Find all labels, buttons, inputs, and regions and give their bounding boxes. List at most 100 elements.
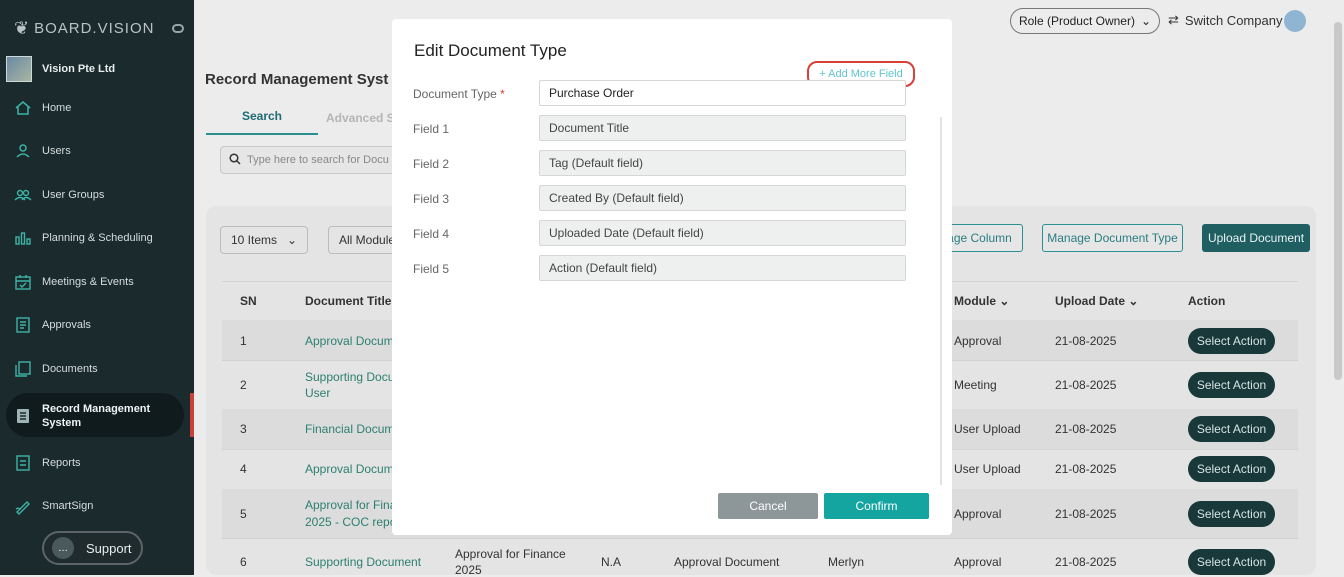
sidebar-item-approvals[interactable]: Approvals — [14, 316, 91, 334]
cell-title-link[interactable]: Financial Docume — [305, 422, 401, 436]
record-icon — [14, 407, 32, 425]
input-value: Uploaded Date (Default field) — [549, 226, 704, 240]
app-logo[interactable]: ❦ BOARD.VISION — [14, 18, 154, 39]
cell-title-link[interactable]: Supporting Docu — [305, 370, 394, 384]
upload-document-button[interactable]: Upload Document — [1202, 224, 1310, 252]
module-filter-select[interactable]: All Module — [328, 226, 398, 254]
sidebar-item-user-groups[interactable]: User Groups — [14, 186, 104, 204]
manage-doc-type-label: Manage Document Type — [1047, 231, 1178, 245]
cell-date: 21-08-2025 — [1055, 422, 1117, 436]
sidebar: ❦ BOARD.VISION Vision Pte Ltd Home Users… — [0, 0, 194, 575]
manage-document-type-button[interactable]: Manage Document Type — [1042, 224, 1183, 252]
cell-title-link[interactable]: Approval for Fina — [305, 498, 396, 512]
cell-module: Approval — [954, 334, 1002, 348]
column-header-module[interactable]: Module ⌄ — [954, 294, 1009, 308]
switch-icon: ⇄ — [1168, 12, 1179, 27]
select-action-button[interactable]: Select Action — [1188, 328, 1275, 354]
company-switcher[interactable]: Vision Pte Ltd — [6, 56, 115, 82]
sidebar-item-reports[interactable]: Reports — [14, 454, 81, 472]
field-3-input[interactable]: Created By (Default field) — [539, 185, 906, 211]
column-header-title[interactable]: Document Title — [305, 294, 391, 308]
cell-text: Merlyn — [828, 555, 865, 569]
field-1-input[interactable]: Document Title — [539, 115, 906, 141]
tab-advanced-search[interactable]: Advanced S — [326, 111, 395, 125]
sidebar-item-home[interactable]: Home — [14, 99, 71, 117]
sidebar-item-label: Users — [42, 145, 71, 157]
support-button[interactable]: … Support — [42, 531, 143, 565]
cell-date: 21-08-2025 — [1055, 378, 1117, 392]
sidebar-item-label: User Groups — [42, 189, 105, 201]
column-header-upload-date[interactable]: Upload Date ⌄ — [1055, 294, 1138, 308]
document-type-input[interactable]: Purchase Order — [539, 80, 906, 106]
cell-text: Approval Document — [674, 555, 780, 569]
role-dropdown[interactable]: Role (Product Owner) ⌄ — [1010, 8, 1160, 34]
label-text: Document Type — [413, 87, 497, 101]
items-select-value: 10 Items — [231, 233, 278, 247]
calendar-icon — [14, 273, 32, 291]
sidebar-item-planning[interactable]: Planning & Scheduling — [14, 229, 153, 247]
cell-title-link[interactable]: User — [305, 386, 330, 400]
cell-module: Approval — [954, 555, 1002, 569]
sidebar-item-meetings[interactable]: Meetings & Events — [14, 273, 134, 291]
home-icon — [14, 99, 32, 117]
manage-column-label: age Column — [947, 231, 1012, 245]
cell-module: Meeting — [954, 378, 997, 392]
page-title: Record Management Syst — [205, 71, 389, 88]
cell-date: 21-08-2025 — [1055, 555, 1117, 569]
select-action-button[interactable]: Select Action — [1188, 456, 1275, 482]
support-label: Support — [86, 540, 132, 556]
cell-text: N.A — [601, 555, 622, 569]
sidebar-item-label: Meetings & Events — [42, 276, 134, 288]
module-select-value: All Module — [339, 233, 396, 247]
cell-date: 21-08-2025 — [1055, 334, 1117, 348]
sidebar-toggle-icon[interactable] — [172, 24, 184, 33]
modal-title: Edit Document Type — [414, 41, 567, 60]
sidebar-item-users[interactable]: Users — [14, 142, 71, 160]
field-5-input[interactable]: Action (Default field) — [539, 255, 906, 281]
switch-company-button[interactable]: ⇄ Switch Company — [1168, 12, 1282, 28]
edit-document-type-modal: Edit Document Type + Add More Field Docu… — [392, 19, 952, 535]
select-action-button[interactable]: Select Action — [1188, 372, 1275, 398]
active-nav-indicator — [190, 393, 194, 437]
user-avatar[interactable] — [1284, 10, 1306, 32]
column-header-action: Action — [1188, 294, 1226, 308]
divider — [222, 538, 1298, 539]
chevron-down-icon: ⌄ — [286, 233, 297, 247]
select-action-button[interactable]: Select Action — [1188, 501, 1275, 527]
input-value: Action (Default field) — [549, 261, 658, 275]
switch-company-label: Switch Company — [1184, 12, 1283, 28]
cell-title-link[interactable]: Approval Docume — [305, 334, 400, 348]
select-action-button[interactable]: Select Action — [1188, 549, 1275, 575]
chevron-down-icon: ⌄ — [999, 294, 1010, 308]
required-marker: * — [500, 87, 505, 101]
sidebar-item-record-management[interactable]: Record Management System — [14, 402, 184, 430]
select-action-button[interactable]: Select Action — [1188, 416, 1275, 442]
logo-text: BOARD.VISION — [34, 20, 155, 37]
cancel-button[interactable]: Cancel — [718, 493, 818, 519]
cell-title-link[interactable]: Approval Docume — [305, 462, 400, 476]
field-4-input[interactable]: Uploaded Date (Default field) — [539, 220, 906, 246]
header-label: Upload Date — [1055, 294, 1126, 308]
field-2-input[interactable]: Tag (Default field) — [539, 150, 906, 176]
field-2-label: Field 2 — [413, 157, 450, 171]
column-header-sn: SN — [240, 294, 257, 308]
sidebar-item-label: SmartSign — [42, 500, 94, 512]
tab-search[interactable]: Search — [206, 109, 318, 135]
role-label: Role (Product Owner) — [1018, 14, 1135, 28]
items-per-page-select[interactable]: 10 Items ⌄ — [220, 226, 308, 254]
page-scrollbar[interactable] — [1334, 22, 1342, 380]
sidebar-item-documents[interactable]: Documents — [14, 360, 98, 378]
cell-module: Approval — [954, 507, 1002, 521]
sidebar-item-label: Reports — [42, 457, 81, 469]
sidebar-item-smartsign[interactable]: SmartSign — [14, 497, 93, 515]
sidebar-item-label: Planning & Scheduling — [42, 232, 153, 244]
cell-sn: 6 — [240, 555, 247, 569]
input-value: Purchase Order — [549, 86, 634, 100]
cell-title-link[interactable]: Supporting Document — [305, 555, 421, 569]
search-input[interactable]: Type here to search for Docu — [220, 146, 400, 174]
user-icon — [14, 142, 32, 160]
cell-title-link[interactable]: 2025 - COC repo — [305, 515, 396, 529]
search-icon — [229, 152, 241, 168]
confirm-button[interactable]: Confirm — [824, 493, 929, 519]
modal-scrollbar[interactable] — [940, 117, 942, 485]
